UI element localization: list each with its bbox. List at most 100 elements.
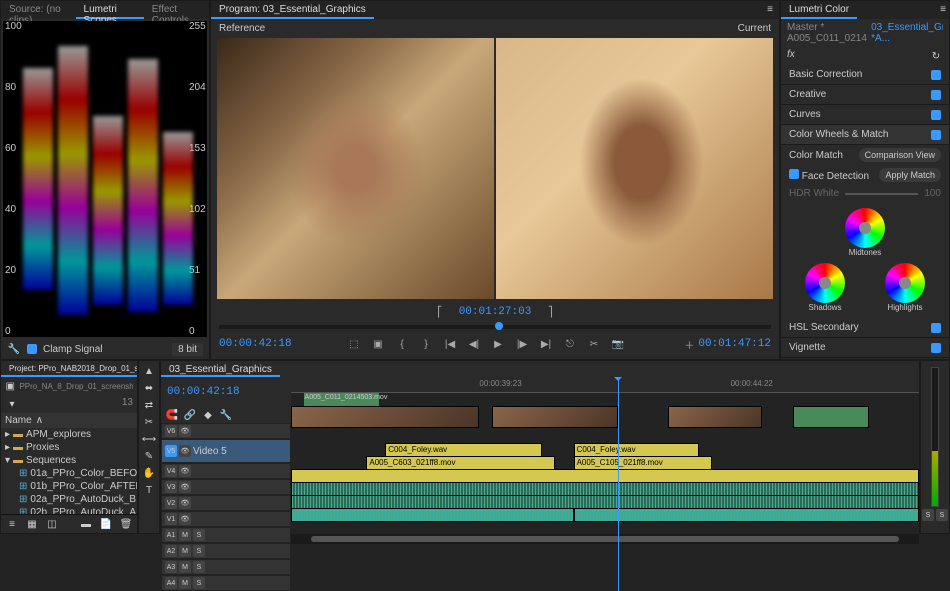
section-vignette[interactable]: Vignette	[789, 342, 826, 353]
basic-correction-checkbox[interactable]	[931, 70, 941, 80]
lift-icon[interactable]: ⎋	[561, 335, 579, 353]
seq-02b[interactable]: 02b_PPro_AutoDuck_A	[30, 507, 136, 514]
color-wheels-checkbox[interactable]	[931, 130, 941, 140]
clip-v5-a[interactable]	[291, 406, 479, 428]
clip-v2-b[interactable]: A005_C105_021ff8.mov	[574, 456, 712, 470]
mark-in-btn[interactable]: {	[393, 335, 411, 353]
program-timecode[interactable]: 00:01:27:03	[459, 306, 532, 318]
curves-checkbox[interactable]	[931, 110, 941, 120]
slip-tool-icon[interactable]: ⟷	[142, 432, 156, 446]
creative-checkbox[interactable]	[931, 90, 941, 100]
icon-view-icon[interactable]: ▦	[25, 517, 39, 531]
mark-in-icon[interactable]: ⎡	[431, 303, 449, 321]
side-by-side-icon[interactable]: ▣	[369, 335, 387, 353]
step-fwd-icon[interactable]: |▶	[513, 335, 531, 353]
clip-v5-c[interactable]	[668, 406, 762, 428]
mute-btn[interactable]: S	[936, 509, 948, 521]
clip-v3-a[interactable]: C004_Foley.wav	[385, 443, 542, 457]
solo-btn[interactable]: S	[922, 509, 934, 521]
midtones-wheel[interactable]	[845, 208, 885, 248]
highlights-wheel[interactable]	[885, 263, 925, 303]
type-tool-icon[interactable]: T	[142, 483, 156, 497]
section-color-wheels[interactable]: Color Wheels & Match	[789, 129, 888, 140]
filter-icon[interactable]: ▾	[5, 397, 19, 411]
new-item-icon[interactable]: 📄	[99, 517, 113, 531]
sequence-link[interactable]: 03_Essential_Graphics *A...	[871, 22, 943, 44]
horizontal-scrollbar[interactable]	[291, 534, 919, 544]
clip-a3-a[interactable]	[291, 508, 574, 522]
section-hsl-secondary[interactable]: HSL Secondary	[789, 322, 859, 333]
tab-program[interactable]: Program: 03_Essential_Graphics	[211, 1, 374, 19]
tab-project[interactable]: Project: PPro_NAB2018_Drop_01_screenshot	[1, 361, 137, 377]
clip-v5-b[interactable]	[492, 406, 618, 428]
track-select-tool-icon[interactable]: ⬌	[142, 381, 156, 395]
reset-icon[interactable]: ↻	[929, 49, 943, 63]
seq-02a[interactable]: 02a_PPro_AutoDuck_B	[30, 494, 136, 505]
clip-v1[interactable]	[291, 469, 919, 483]
mark-out-icon[interactable]: ⎤	[541, 303, 559, 321]
mini-timeline[interactable]	[219, 325, 771, 329]
list-view-icon[interactable]: ≡	[5, 517, 19, 531]
section-creative[interactable]: Creative	[789, 89, 826, 100]
new-bin-icon[interactable]: ▬	[79, 517, 93, 531]
clip-a2[interactable]	[291, 495, 919, 509]
timeline-timecode[interactable]: 00:00:42:18	[167, 386, 240, 398]
seq-01b[interactable]: 01b_PPro_Color_AFTER	[30, 481, 137, 492]
clip-v3-b[interactable]: C004_Foley.wav	[574, 443, 700, 457]
razor-tool-icon[interactable]: ✂	[142, 415, 156, 429]
time-ruler[interactable]: 00:00:39:23 00:00:44:22	[291, 377, 919, 393]
seq-01a[interactable]: 01a_PPro_Color_BEFO	[30, 468, 137, 479]
clip-v6[interactable]: A005_C011_0214503.mov	[304, 393, 379, 406]
name-column[interactable]: Name	[5, 415, 32, 426]
extract-icon[interactable]: ✂	[585, 335, 603, 353]
clip-v5-d[interactable]	[793, 406, 868, 428]
play-icon[interactable]: ▶	[489, 335, 507, 353]
bit-depth-select[interactable]: 8 bit	[172, 343, 203, 356]
tab-lumetri-color[interactable]: Lumetri Color	[781, 1, 857, 19]
linked-icon[interactable]: 🔗	[183, 408, 197, 422]
face-detection-checkbox[interactable]	[789, 169, 799, 179]
hand-tool-icon[interactable]: ✋	[142, 466, 156, 480]
tab-timeline-seq[interactable]: 03_Essential_Graphics	[161, 361, 280, 377]
mark-out-btn[interactable]: }	[417, 335, 435, 353]
export-frame-icon[interactable]: 📷	[609, 335, 627, 353]
step-back-icon[interactable]: ◀|	[465, 335, 483, 353]
sequence-out-timecode[interactable]: 00:01:47:12	[698, 338, 771, 350]
pen-tool-icon[interactable]: ✎	[142, 449, 156, 463]
vignette-checkbox[interactable]	[931, 343, 941, 353]
snap-icon[interactable]: 🧲	[165, 408, 179, 422]
clip-a3-b[interactable]	[574, 508, 919, 522]
bin-apm[interactable]: APM_explores	[26, 429, 91, 440]
hdr-white-slider[interactable]	[845, 193, 918, 195]
clip-v2-a[interactable]: A005_C603_021ff8.mov	[366, 456, 554, 470]
tab-source[interactable]: Source: (no clips)	[1, 1, 76, 19]
hsl-checkbox[interactable]	[931, 323, 941, 333]
sequence-in-timecode[interactable]: 00:00:42:18	[219, 338, 292, 350]
clip-a1[interactable]	[291, 482, 919, 496]
panel-menu-icon[interactable]: ≡	[761, 1, 779, 19]
marker-icon[interactable]: ◆	[201, 408, 215, 422]
selection-tool-icon[interactable]: ▲	[142, 364, 156, 378]
tab-lumetri-scopes[interactable]: Lumetri Scopes	[76, 1, 144, 19]
freeform-icon[interactable]: ◫	[45, 517, 59, 531]
comparison-view-button[interactable]: Comparison View	[859, 148, 941, 162]
panel-menu-icon[interactable]: ≡	[937, 1, 949, 19]
button-editor-icon[interactable]: ＋	[680, 335, 698, 353]
go-to-in-icon[interactable]: |◀	[441, 335, 459, 353]
bin-proxies[interactable]: Proxies	[26, 442, 59, 453]
trash-icon[interactable]: 🗑	[119, 517, 133, 531]
shadows-wheel[interactable]	[805, 263, 845, 303]
tab-effect-controls[interactable]: Effect Controls	[144, 1, 209, 19]
hdr-white-value[interactable]: 100	[924, 188, 941, 199]
ripple-tool-icon[interactable]: ⇄	[142, 398, 156, 412]
playhead[interactable]	[618, 377, 619, 591]
settings-icon[interactable]: 🔧	[219, 408, 233, 422]
clamp-checkbox[interactable]	[27, 344, 37, 354]
apply-match-button[interactable]: Apply Match	[879, 168, 941, 182]
wrench-icon[interactable]: 🔧	[7, 342, 21, 356]
compare-shot-icon[interactable]: ⬚	[345, 335, 363, 353]
go-to-out-icon[interactable]: ▶|	[537, 335, 555, 353]
section-curves[interactable]: Curves	[789, 109, 821, 120]
bin-sequences[interactable]: Sequences	[26, 455, 76, 466]
section-basic-correction[interactable]: Basic Correction	[789, 69, 862, 80]
